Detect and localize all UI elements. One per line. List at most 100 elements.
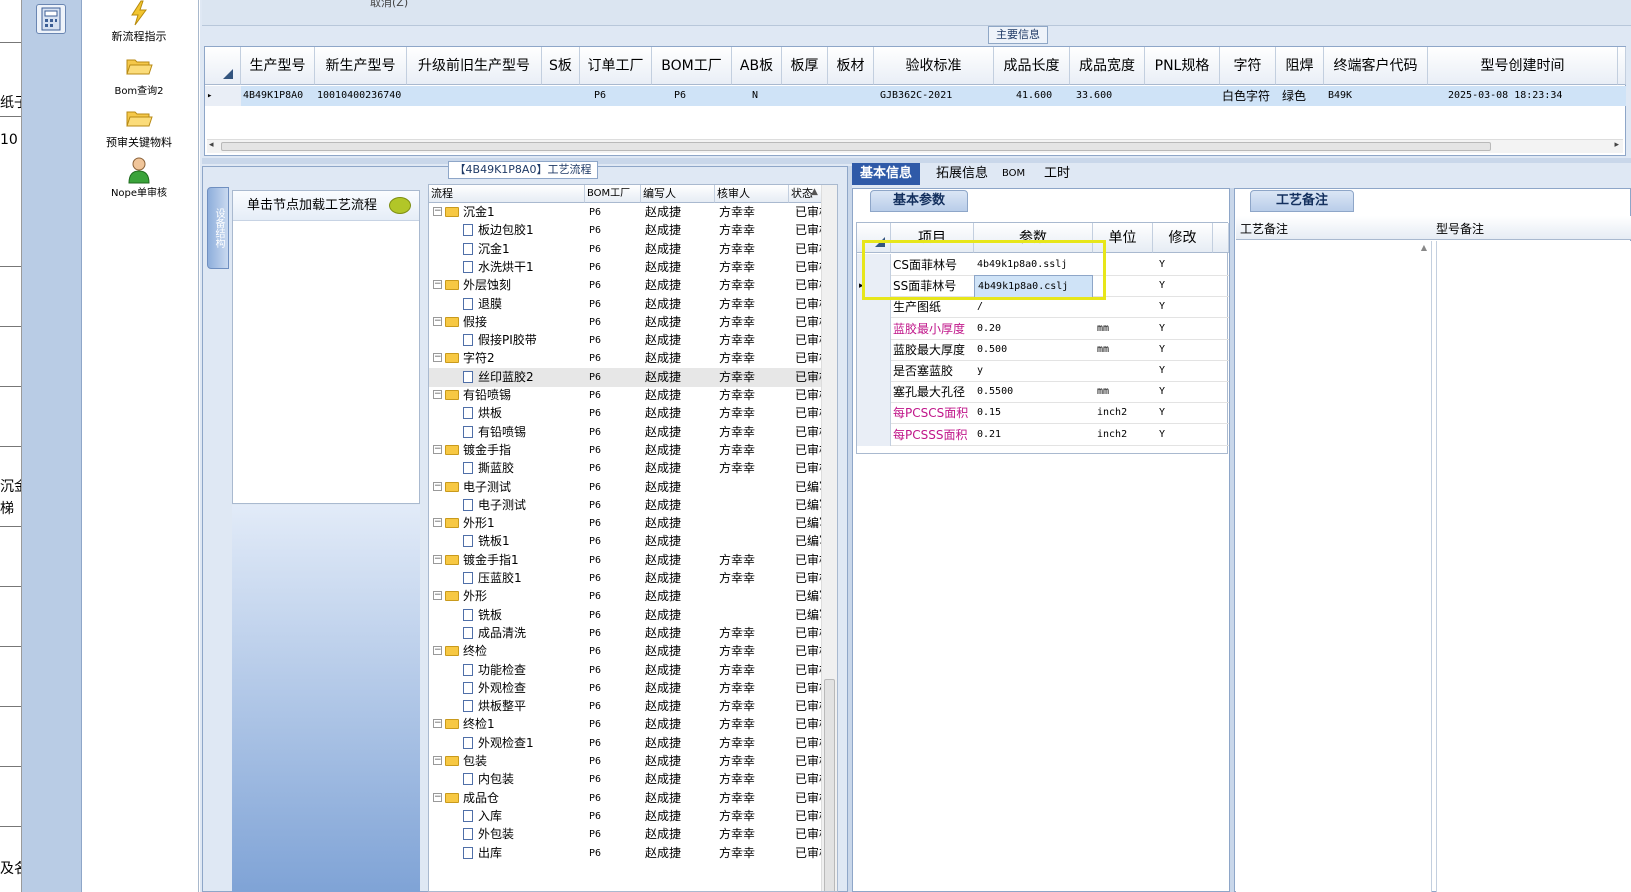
tree-node[interactable]: − 镀金手指 [433,441,511,460]
column-header[interactable]: BOM工厂 [652,47,732,85]
table-cell[interactable] [828,86,874,106]
process-tree[interactable]: 流程 BOM工厂 编写人 核审人 状态 ▲ −沉金1P6赵成捷方幸幸已审核板边包… [428,184,838,892]
collapse-icon[interactable]: − [433,280,442,290]
param-row[interactable]: 塞孔最大孔径 0.5500 mm Y [857,381,1229,404]
toolbar-item-new-flow[interactable]: 新流程指示 [84,0,194,44]
tree-node[interactable]: 烘板整平 [463,697,526,716]
tree-row[interactable]: 退膜P6赵成捷方幸幸已审核 [429,295,825,314]
tree-row[interactable]: −沉金1P6赵成捷方幸幸已审核 [429,203,825,222]
tree-node[interactable]: − 成品仓 [433,789,499,808]
tree-node[interactable]: − 外层蚀刻 [433,276,511,295]
collapse-icon[interactable]: − [433,481,442,491]
column-header[interactable]: 流程 [429,185,585,203]
tree-row[interactable]: 沉金1P6赵成捷方幸幸已审核 [429,240,825,259]
horizontal-scrollbar[interactable]: ◂ ▸ [207,139,1623,153]
column-header[interactable]: 板材 [828,47,874,85]
tree-row[interactable]: 丝印蓝胶2P6赵成捷方幸幸已审核 [429,367,825,387]
table-cell[interactable]: GJB362C-2021 [874,86,994,106]
table-cell[interactable]: 2025-03-08 18:23:34 [1428,86,1626,106]
tree-row[interactable]: −电子测试P6赵成捷已编写 [429,478,825,497]
tree-node[interactable]: − 镀金手指1 [433,551,519,570]
tree-row[interactable]: 入库P6赵成捷方幸幸已审核 [429,807,825,826]
tree-node[interactable]: − 电子测试 [433,478,511,497]
tree-row[interactable]: −字符2P6赵成捷方幸幸已审核 [429,349,825,368]
collapse-icon[interactable]: − [433,554,442,564]
tree-row[interactable]: 外观检查1P6赵成捷方幸幸已审核 [429,734,825,753]
column-header[interactable]: 生产型号 [241,47,315,85]
scroll-left-icon[interactable]: ◂ [209,140,214,150]
tree-node[interactable]: 功能检查 [463,661,526,680]
param-row[interactable]: 是否塞蓝胶 y Y [857,360,1229,382]
tree-row[interactable]: 有铅喷锡P6赵成捷方幸幸已审核 [429,423,825,442]
tree-row[interactable]: 铣板P6赵成捷已编写 [429,606,825,625]
tree-node[interactable]: 沉金1 [463,240,510,259]
tree-row[interactable]: −包装P6赵成捷方幸幸已审核 [429,752,825,771]
vertical-tab[interactable]: 设备结构 [207,187,229,269]
column-header[interactable]: 终端客户代码 [1324,47,1428,85]
collapse-icon[interactable]: − [433,756,442,765]
tree-row[interactable]: 成品清洗P6赵成捷方幸幸已审核 [429,624,825,643]
column-header[interactable]: 编写人 [641,185,715,203]
tree-row[interactable]: 功能检查P6赵成捷方幸幸已审核 [429,661,825,680]
column-header[interactable]: 工艺备注 [1240,220,1288,237]
collapse-icon[interactable]: − [433,207,442,216]
tree-row[interactable]: 外包装P6赵成捷方幸幸已审核 [429,825,825,844]
column-header[interactable]: 核审人 [715,185,789,203]
tree-node[interactable]: 丝印蓝胶2 [463,368,534,387]
column-header[interactable]: 阻焊 [1276,47,1324,85]
collapse-icon[interactable]: − [433,792,442,802]
tree-node[interactable]: 外观检查 [463,679,526,698]
tree-node[interactable]: − 终检1 [433,715,495,734]
param-value-cell[interactable]: 0.5500 [974,381,1093,403]
tree-row[interactable]: 水洗烘干1P6赵成捷方幸幸已审核 [429,258,825,277]
collapse-icon[interactable]: − [433,316,442,326]
collapse-icon[interactable]: − [433,719,442,729]
table-cell[interactable]: 41.600 [994,86,1070,106]
tree-node[interactable]: 撕蓝胶 [463,459,514,478]
tree-node[interactable]: 入库 [463,807,502,826]
table-cell[interactable] [782,86,828,106]
column-header[interactable]: AB板 [732,47,782,85]
collapse-icon[interactable]: − [433,646,442,656]
table-cell[interactable] [407,86,542,106]
tab-extended-info[interactable]: 拓展信息 [928,163,996,185]
model-note-textarea[interactable] [1436,241,1631,892]
tree-row[interactable]: 烘板整平P6赵成捷方幸幸已审核 [429,697,825,716]
tree-row[interactable]: −终检1P6赵成捷方幸幸已审核 [429,715,825,734]
tree-row[interactable]: −有铅喷锡P6赵成捷方幸幸已审核 [429,386,825,405]
param-value-cell[interactable]: 0.21 [974,424,1093,446]
table-cell[interactable] [1145,86,1220,106]
param-row[interactable]: 蓝胶最大厚度 0.500 mm Y [857,338,1229,361]
param-value-cell[interactable]: 0.15 [974,402,1093,424]
param-value-cell[interactable]: 0.500 [974,339,1093,361]
column-header[interactable]: 验收标准 [874,47,994,85]
tree-node[interactable]: − 字符2 [433,349,495,368]
tab-work-hours[interactable]: 工时 [1036,163,1078,185]
tree-node[interactable]: 外包装 [463,825,514,844]
collapse-icon[interactable]: − [433,353,442,363]
column-header[interactable]: 型号备注 [1436,220,1484,237]
table-cell[interactable]: 33.600 [1070,86,1145,106]
tree-node[interactable]: 有铅喷锡 [463,423,526,442]
tab-basic-info[interactable]: 基本信息 [852,163,921,185]
tree-row[interactable]: −镀金手指1P6赵成捷方幸幸已审核 [429,551,825,570]
craft-note-textarea[interactable]: ▲ [1236,241,1432,892]
node-hint-item[interactable]: 单击节点加载工艺流程 [233,191,419,221]
tree-node[interactable]: 电子测试 [463,496,526,515]
collapse-icon[interactable]: − [433,518,442,528]
column-header[interactable]: 成品宽度 [1070,47,1145,85]
table-cell[interactable]: N [732,86,782,106]
tree-node[interactable]: − 外形 [433,587,487,606]
tree-row[interactable]: 假接PI胶带P6赵成捷方幸幸已审核 [429,331,825,350]
tree-node[interactable]: 压蓝胶1 [463,569,522,588]
tree-node[interactable]: 烘板 [463,404,502,423]
param-row[interactable]: 蓝胶最小厚度 0.20 mm Y [857,317,1229,340]
param-value-cell[interactable]: y [974,360,1093,382]
tree-node[interactable]: − 包装 [433,752,487,771]
column-header[interactable]: 升级前旧生产型号 [407,47,542,85]
tree-node[interactable]: 铣板 [463,606,502,625]
scrollbar-thumb[interactable] [824,679,835,891]
table-cell[interactable]: B49K [1324,86,1428,106]
column-header[interactable]: 板厚 [782,47,828,85]
tree-row[interactable]: 出库P6赵成捷方幸幸已审核 [429,844,825,863]
